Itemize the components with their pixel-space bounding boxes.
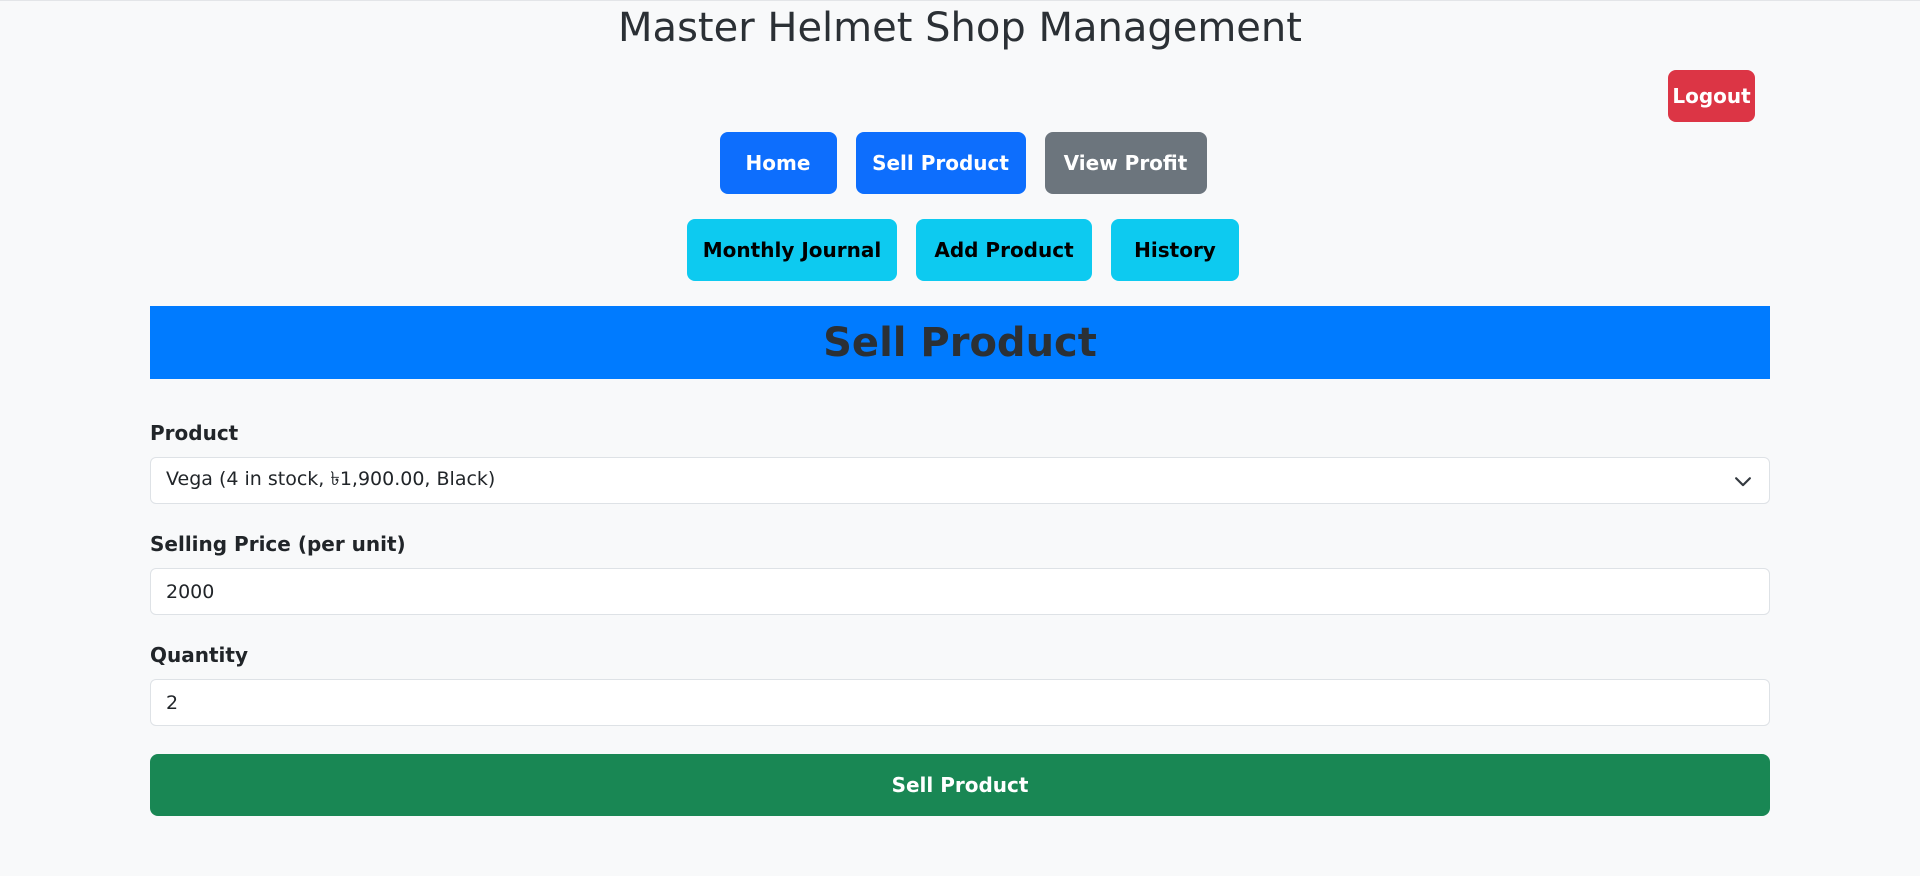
primary-nav: Home Sell Product View Profit xyxy=(3,132,1920,194)
quantity-input[interactable] xyxy=(150,679,1770,726)
selling-price-input[interactable] xyxy=(150,568,1770,615)
product-select[interactable]: Vega (4 in stock, ৳1,900.00, Black) xyxy=(150,457,1770,504)
quantity-label: Quantity xyxy=(150,643,248,667)
product-selected-value: Vega (4 in stock, ৳1,900.00, Black) xyxy=(166,467,496,490)
monthly-journal-button[interactable]: Monthly Journal xyxy=(687,219,897,281)
price-label: Selling Price (per unit) xyxy=(150,532,406,556)
sell-product-nav-button[interactable]: Sell Product xyxy=(855,132,1026,194)
page-title: Master Helmet Shop Management xyxy=(618,5,1302,51)
secondary-nav: Monthly Journal Add Product History xyxy=(3,219,1920,281)
price-group: Selling Price (per unit) xyxy=(150,532,1770,615)
chevron-down-icon xyxy=(1732,470,1754,492)
add-product-button[interactable]: Add Product xyxy=(916,219,1092,281)
home-button[interactable]: Home xyxy=(719,132,837,194)
logout-button[interactable]: Logout xyxy=(1668,70,1755,122)
section-header: Sell Product xyxy=(150,306,1770,379)
product-group: Product Vega (4 in stock, ৳1,900.00, Bla… xyxy=(150,421,1770,504)
sell-form: Product Vega (4 in stock, ৳1,900.00, Bla… xyxy=(150,421,1770,816)
history-button[interactable]: History xyxy=(1111,219,1239,281)
quantity-group: Quantity xyxy=(150,643,1770,726)
sell-product-submit-button[interactable]: Sell Product xyxy=(150,754,1770,816)
view-profit-button[interactable]: View Profit xyxy=(1044,132,1207,194)
product-label: Product xyxy=(150,421,239,445)
